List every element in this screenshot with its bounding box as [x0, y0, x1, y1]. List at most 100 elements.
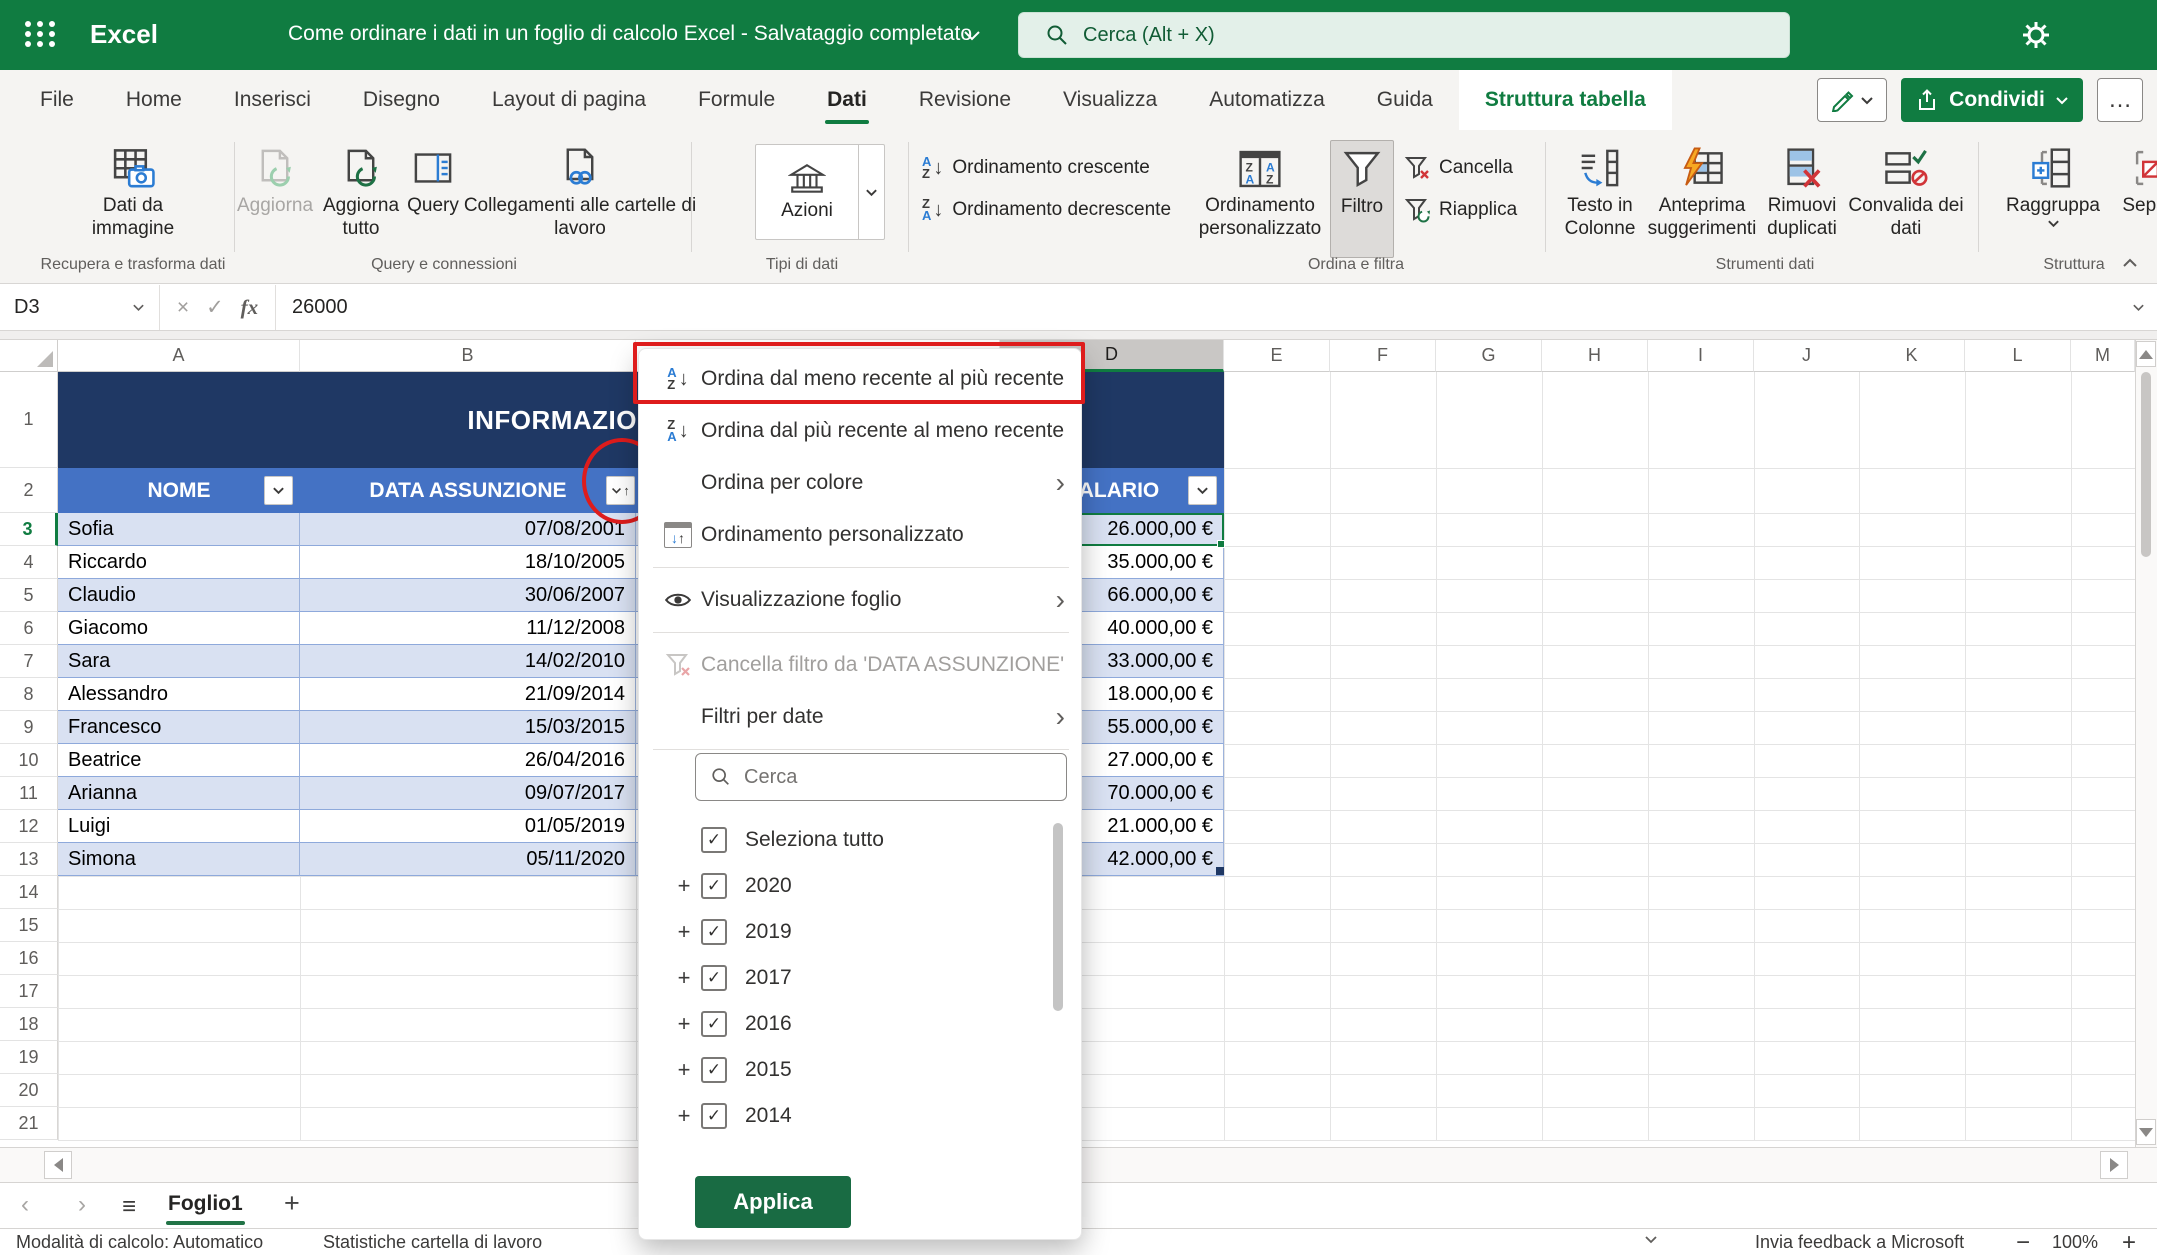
tab-inserisci[interactable]: Inserisci [208, 70, 337, 130]
workbook-links-button[interactable]: Collegamenti alle cartelle di lavoro [455, 140, 705, 258]
tab-home[interactable]: Home [100, 70, 208, 130]
zoom-out-button[interactable]: − [2016, 1229, 2030, 1255]
title-chevron-down-icon[interactable] [962, 30, 982, 42]
sort-ascending-button[interactable]: AZ↓ Ordinamento crescente [922, 152, 1187, 184]
table-cell-date-row5[interactable]: 30/06/2007 [300, 579, 636, 612]
row-header-5[interactable]: 5 [0, 579, 58, 612]
menu-item-visualizzazione-foglio[interactable]: Visualizzazione foglio› [639, 574, 1083, 626]
checkbox-checked[interactable]: ✓ [701, 873, 727, 899]
expand-plus-icon[interactable]: + [671, 873, 697, 899]
column-header-L[interactable]: L [1965, 340, 2071, 372]
table-cell-name-row11[interactable]: Arianna [58, 777, 300, 810]
table-cell-date-row3[interactable]: 07/08/2001 [300, 513, 636, 546]
table-cell-name-row5[interactable]: Claudio [58, 579, 300, 612]
filter-year-row-2019[interactable]: +✓2019 [639, 909, 1059, 955]
select-all-corner[interactable] [0, 340, 58, 372]
data-validation-button[interactable]: Convalida dei dati [1845, 140, 1967, 258]
filter-year-row-2015[interactable]: +✓2015 [639, 1047, 1059, 1093]
column-header-E[interactable]: E [1224, 340, 1330, 372]
row-header-2[interactable]: 2 [0, 468, 58, 513]
filter-button-nome[interactable] [264, 476, 293, 505]
filter-button-salario[interactable] [1188, 476, 1217, 505]
tab-disegno[interactable]: Disegno [337, 70, 466, 130]
tab-guida[interactable]: Guida [1351, 70, 1459, 130]
ungroup-button[interactable]: Separa [2108, 140, 2157, 258]
expand-plus-icon[interactable]: + [671, 965, 697, 991]
tab-revisione[interactable]: Revisione [893, 70, 1037, 130]
row-header-10[interactable]: 10 [0, 744, 58, 777]
column-header-K[interactable]: K [1859, 340, 1965, 372]
global-search-input[interactable]: Cerca (Alt + X) [1018, 12, 1790, 58]
table-cell-date-row11[interactable]: 09/07/2017 [300, 777, 636, 810]
row-header-12[interactable]: 12 [0, 810, 58, 843]
menu-item-filtri-per-date[interactable]: Filtri per date› [639, 691, 1083, 743]
table-cell-name-row3[interactable]: Sofia [58, 513, 300, 546]
expand-formula-bar-chevron-icon[interactable] [2132, 303, 2145, 312]
row-header-9[interactable]: 9 [0, 711, 58, 744]
row-header-16[interactable]: 16 [0, 942, 58, 975]
refresh-all-button[interactable]: Aggiorna tutto [315, 140, 407, 258]
table-cell-name-row8[interactable]: Alessandro [58, 678, 300, 711]
checkbox-checked[interactable]: ✓ [701, 1057, 727, 1083]
group-button[interactable]: Raggruppa [1998, 140, 2108, 258]
table-cell-date-row6[interactable]: 11/12/2008 [300, 612, 636, 645]
fill-handle[interactable] [1217, 540, 1225, 548]
tab-formule[interactable]: Formule [672, 70, 801, 130]
column-header-B[interactable]: B [300, 340, 636, 372]
row-header-3[interactable]: 3 [0, 513, 58, 546]
table-cell-name-row7[interactable]: Sara [58, 645, 300, 678]
feedback-link[interactable]: Invia feedback a Microsoft [1755, 1232, 1964, 1253]
filter-search-input[interactable]: Cerca [695, 753, 1067, 801]
row-header-6[interactable]: 6 [0, 612, 58, 645]
more-options-button[interactable]: … [2097, 78, 2143, 122]
reapply-filter-button[interactable]: Riapplica [1404, 194, 1544, 226]
table-cell-name-row13[interactable]: Simona [58, 843, 300, 876]
row-header-14[interactable]: 14 [0, 876, 58, 909]
row-header-21[interactable]: 21 [0, 1107, 58, 1140]
tab-visualizza[interactable]: Visualizza [1037, 70, 1183, 130]
filter-button[interactable]: Filtro [1330, 140, 1394, 258]
filter-select-all-row[interactable]: +✓Seleziona tutto [639, 817, 1059, 863]
filter-year-row-2017[interactable]: +✓2017 [639, 955, 1059, 1001]
name-box[interactable]: D3 [0, 285, 160, 330]
column-header-H[interactable]: H [1542, 340, 1648, 372]
row-header-7[interactable]: 7 [0, 645, 58, 678]
sort-descending-button[interactable]: ZA↓ Ordinamento decrescente [922, 194, 1187, 226]
menu-item-ordina-dal-pi-recente-al-meno-recente[interactable]: ZA↓Ordina dal più recente al meno recent… [639, 405, 1083, 457]
data-types-gallery[interactable]: Azioni [755, 144, 885, 240]
table-cell-name-row4[interactable]: Riccardo [58, 546, 300, 579]
table-cell-date-row10[interactable]: 26/04/2016 [300, 744, 636, 777]
expand-plus-icon[interactable]: + [671, 919, 697, 945]
settings-gear-icon[interactable] [2020, 19, 2052, 51]
filter-year-row-2020[interactable]: +✓2020 [639, 863, 1059, 909]
scroll-right-button[interactable] [2100, 1151, 2128, 1179]
menu-item-cancella-filtro-da-data-assunzione-[interactable]: Cancella filtro da 'DATA ASSUNZIONE' [639, 639, 1083, 691]
insert-function-icon[interactable]: fx [241, 295, 259, 320]
column-header-I[interactable]: I [1648, 340, 1754, 372]
vertical-scroll-thumb[interactable] [2141, 372, 2151, 557]
table-resize-handle[interactable] [1216, 867, 1224, 875]
column-header-F[interactable]: F [1330, 340, 1436, 372]
table-cell-name-row10[interactable]: Beatrice [58, 744, 300, 777]
checkbox-checked[interactable]: ✓ [701, 1011, 727, 1037]
expand-plus-icon[interactable]: + [671, 1057, 697, 1083]
column-header-M[interactable]: M [2071, 340, 2135, 372]
sheet-tab-foglio1[interactable]: Foglio1 [168, 1192, 243, 1216]
table-cell-date-row9[interactable]: 15/03/2015 [300, 711, 636, 744]
row-header-8[interactable]: 8 [0, 678, 58, 711]
editing-mode-button[interactable] [1817, 78, 1887, 122]
gallery-dropdown[interactable] [858, 145, 884, 239]
collapse-ribbon-chevron-icon[interactable] [2122, 258, 2138, 268]
app-launcher-waffle-icon[interactable] [22, 16, 58, 52]
text-to-columns-button[interactable]: Testo in Colonne [1552, 140, 1648, 258]
add-sheet-button[interactable]: + [284, 1188, 300, 1219]
checkbox-checked[interactable]: ✓ [701, 919, 727, 945]
tab-layout-di-pagina[interactable]: Layout di pagina [466, 70, 672, 130]
row-header-1[interactable]: 1 [0, 372, 58, 468]
checkbox-checked[interactable]: ✓ [701, 965, 727, 991]
table-cell-name-row6[interactable]: Giacomo [58, 612, 300, 645]
row-header-19[interactable]: 19 [0, 1041, 58, 1074]
zoom-level[interactable]: 100% [2052, 1232, 2098, 1253]
refresh-button[interactable]: Aggiorna [230, 140, 320, 258]
table-cell-date-row12[interactable]: 01/05/2019 [300, 810, 636, 843]
